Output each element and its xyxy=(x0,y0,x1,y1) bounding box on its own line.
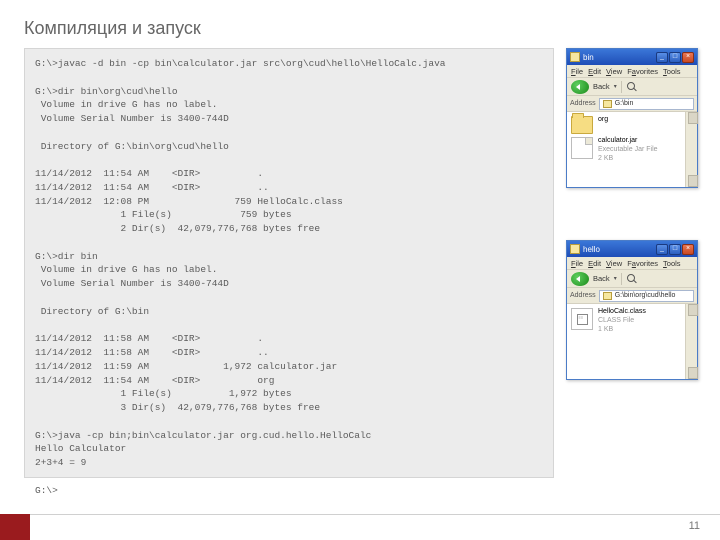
titlebar[interactable]: hello _ □ × xyxy=(567,241,697,257)
maximize-button[interactable]: □ xyxy=(669,52,681,63)
explorer-window-bin: bin _ □ × File Edit View Favorites Tools… xyxy=(566,48,698,188)
window-title: hello xyxy=(583,245,656,254)
file-pane[interactable]: ≡≡ HelloCalc.class CLASS File 1 KB xyxy=(567,304,697,379)
back-label[interactable]: Back xyxy=(593,274,610,283)
list-item[interactable]: calculator.jar Executable Jar File 2 KB xyxy=(571,137,693,163)
chevron-down-icon[interactable]: ▾ xyxy=(614,275,617,282)
menu-tools[interactable]: Tools xyxy=(663,67,681,76)
address-path: G:\bin xyxy=(615,100,634,107)
address-label: Address xyxy=(570,100,596,107)
separator xyxy=(621,81,622,93)
search-icon[interactable] xyxy=(626,81,638,93)
folder-icon xyxy=(570,244,580,254)
back-label[interactable]: Back xyxy=(593,82,610,91)
minimize-button[interactable]: _ xyxy=(656,244,668,255)
page-number: 11 xyxy=(689,520,700,532)
scrollbar-vertical[interactable] xyxy=(685,304,697,379)
address-bar: Address G:\bin\org\cud\hello xyxy=(567,288,697,304)
jar-icon xyxy=(571,137,593,159)
menu-bar: File Edit View Favorites Tools xyxy=(567,65,697,78)
folder-icon xyxy=(603,100,612,108)
footer: 11 xyxy=(0,514,720,540)
toolbar: Back ▾ xyxy=(567,270,697,288)
explorer-window-hello: hello _ □ × File Edit View Favorites Too… xyxy=(566,240,698,380)
menu-tools[interactable]: Tools xyxy=(663,259,681,268)
separator xyxy=(621,273,622,285)
back-button[interactable] xyxy=(571,80,589,94)
menu-bar: File Edit View Favorites Tools xyxy=(567,257,697,270)
file-size: 2 KB xyxy=(598,155,658,164)
file-type: Executable Jar File xyxy=(598,146,658,155)
file-name: calculator.jar xyxy=(598,137,658,146)
chevron-down-icon[interactable]: ▾ xyxy=(614,83,617,90)
file-name: HelloCalc.class xyxy=(598,308,646,317)
search-icon[interactable] xyxy=(626,273,638,285)
list-item[interactable]: ≡≡ HelloCalc.class CLASS File 1 KB xyxy=(571,308,693,334)
class-file-icon: ≡≡ xyxy=(571,308,593,330)
folder-icon xyxy=(571,116,593,134)
console-panel: G:\>javac -d bin -cp bin\calculator.jar … xyxy=(24,48,554,478)
address-path: G:\bin\org\cud\hello xyxy=(615,292,676,299)
file-type: CLASS File xyxy=(598,317,646,326)
address-field[interactable]: G:\bin xyxy=(599,98,694,110)
titlebar[interactable]: bin _ □ × xyxy=(567,49,697,65)
menu-view[interactable]: View xyxy=(606,259,622,268)
menu-file[interactable]: File xyxy=(571,67,583,76)
scrollbar-vertical[interactable] xyxy=(685,112,697,187)
address-bar: Address G:\bin xyxy=(567,96,697,112)
folder-icon xyxy=(603,292,612,300)
slide-title: Компиляция и запуск xyxy=(24,18,201,39)
menu-favorites[interactable]: Favorites xyxy=(627,259,658,268)
address-field[interactable]: G:\bin\org\cud\hello xyxy=(599,290,694,302)
menu-favorites[interactable]: Favorites xyxy=(627,67,658,76)
toolbar: Back ▾ xyxy=(567,78,697,96)
list-item[interactable]: org xyxy=(571,116,693,134)
file-pane[interactable]: org calculator.jar Executable Jar File 2… xyxy=(567,112,697,187)
minimize-button[interactable]: _ xyxy=(656,52,668,63)
menu-file[interactable]: File xyxy=(571,259,583,268)
menu-edit[interactable]: Edit xyxy=(588,67,601,76)
back-button[interactable] xyxy=(571,272,589,286)
folder-icon xyxy=(570,52,580,62)
console-output: G:\>javac -d bin -cp bin\calculator.jar … xyxy=(35,57,543,498)
menu-edit[interactable]: Edit xyxy=(588,259,601,268)
close-button[interactable]: × xyxy=(682,52,694,63)
maximize-button[interactable]: □ xyxy=(669,244,681,255)
file-name: org xyxy=(598,116,608,125)
address-label: Address xyxy=(570,292,596,299)
footer-accent xyxy=(0,514,30,540)
footer-divider xyxy=(30,514,720,515)
file-size: 1 KB xyxy=(598,326,646,335)
menu-view[interactable]: View xyxy=(606,67,622,76)
close-button[interactable]: × xyxy=(682,244,694,255)
window-title: bin xyxy=(583,53,656,62)
